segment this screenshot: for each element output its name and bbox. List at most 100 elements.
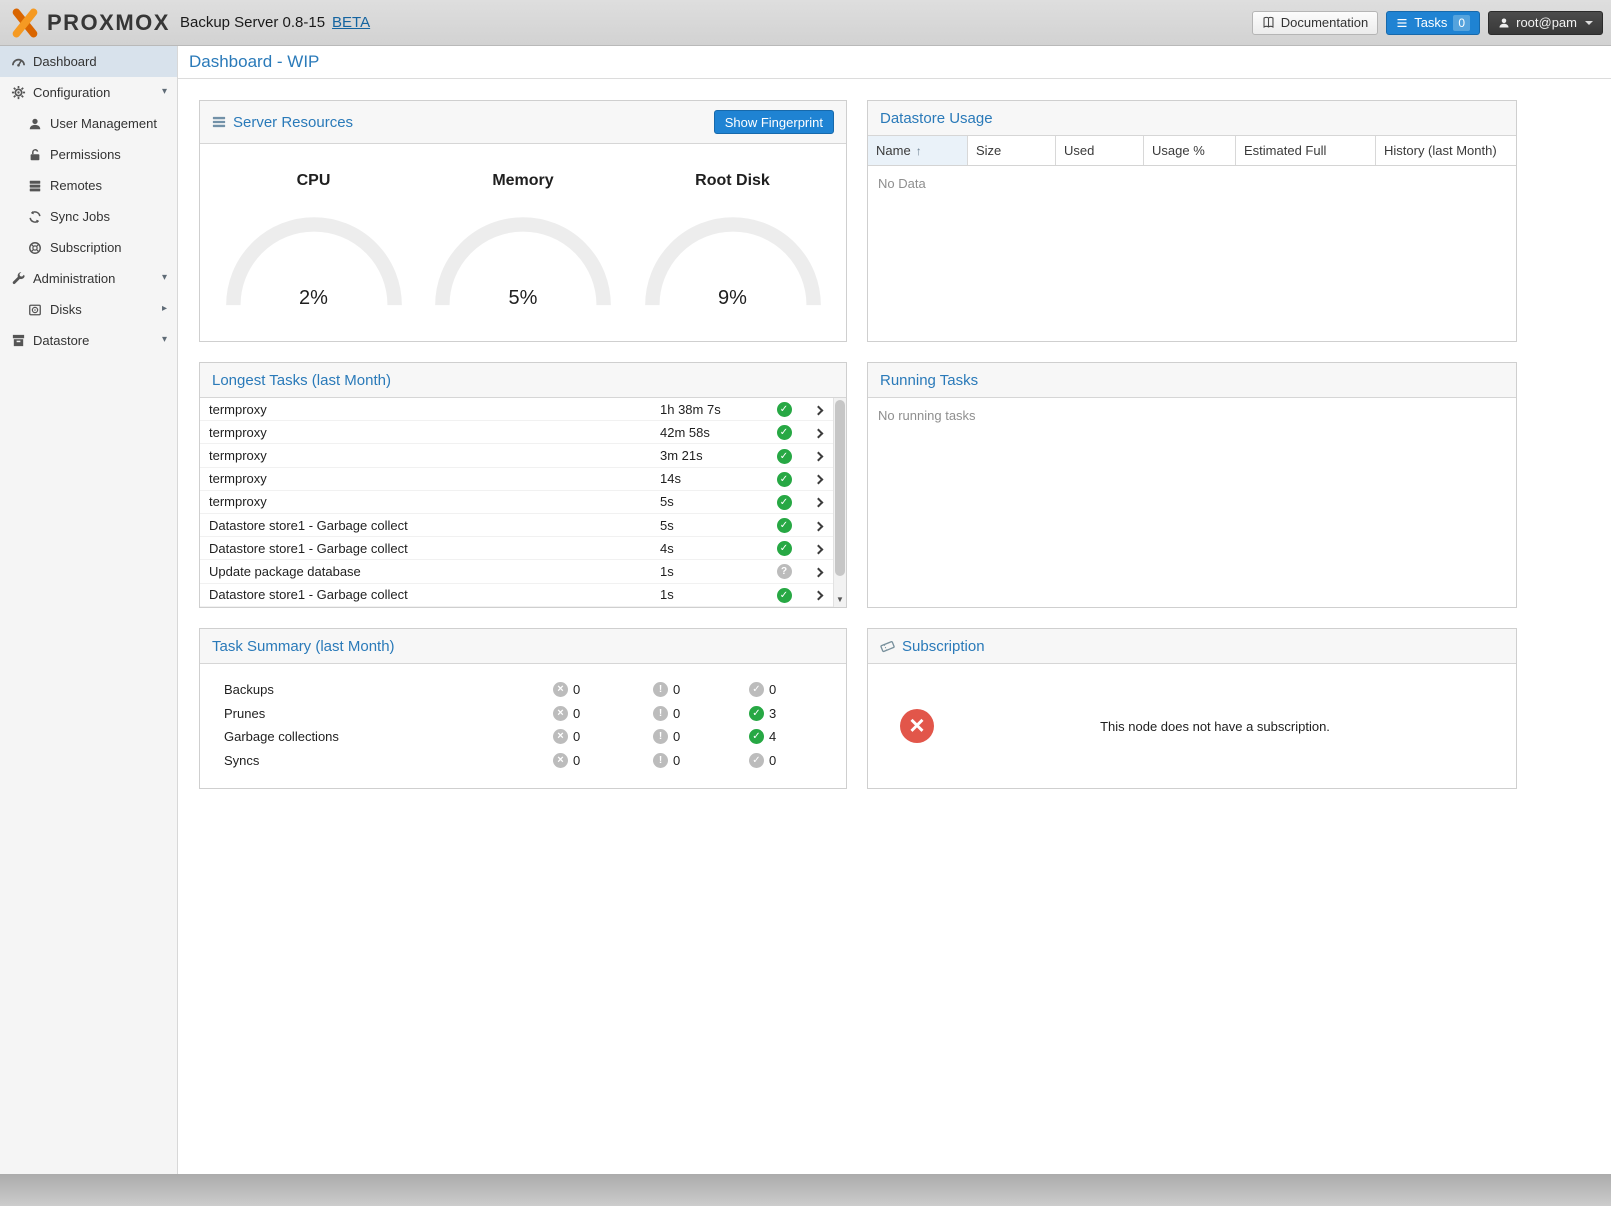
- server-resources-header: Server Resources Show Fingerprint: [200, 101, 846, 144]
- column-header-name[interactable]: Name ↑: [868, 136, 968, 165]
- column-header-history[interactable]: History (last Month): [1376, 136, 1516, 165]
- task-row[interactable]: termproxy 42m 58s: [200, 421, 833, 444]
- task-summary-body: Backups 0 0 0 Prunes 0 0 3 Garbage c: [200, 664, 846, 788]
- column-header-size[interactable]: Size: [968, 136, 1056, 165]
- sidebar-item-disks[interactable]: Disks ▸: [0, 294, 177, 325]
- collapse-arrow-icon[interactable]: ▾: [162, 86, 167, 97]
- user-menu-button[interactable]: root@pam: [1488, 11, 1603, 35]
- warning-count[interactable]: 0: [653, 706, 749, 721]
- collapse-arrow-icon[interactable]: ▾: [162, 334, 167, 345]
- chevron-right-icon[interactable]: [803, 448, 833, 463]
- sidebar-item-administration[interactable]: Administration ▾: [0, 263, 177, 294]
- check-circle-icon: [749, 729, 764, 744]
- sidebar-item-label: Dashboard: [33, 54, 97, 69]
- sidebar-item-label: Administration: [33, 271, 115, 286]
- subscription-panel: Subscription × This node does not have a…: [867, 628, 1517, 789]
- no-running-tasks-text: No running tasks: [878, 408, 976, 423]
- chevron-right-icon[interactable]: [803, 425, 833, 440]
- user-icon: [1498, 17, 1510, 29]
- ticket-icon: [880, 639, 895, 654]
- chevron-right-icon[interactable]: [803, 402, 833, 417]
- show-fingerprint-button[interactable]: Show Fingerprint: [714, 110, 834, 134]
- column-header-usage-pct[interactable]: Usage %: [1144, 136, 1236, 165]
- warning-circle-icon: [653, 682, 668, 697]
- chevron-right-icon[interactable]: [803, 587, 833, 602]
- sidebar-item-datastore[interactable]: Datastore ▾: [0, 325, 177, 356]
- server-resources-panel: Server Resources Show Fingerprint CPU: [199, 100, 847, 342]
- chevron-down-icon: [1585, 21, 1593, 25]
- error-count[interactable]: 0: [553, 706, 653, 721]
- chevron-right-icon[interactable]: [803, 518, 833, 533]
- content-area: Dashboard - WIP Server Resources Show Fi…: [178, 46, 1611, 1174]
- sidebar-item-subscription[interactable]: Subscription: [0, 232, 177, 263]
- chevron-right-icon[interactable]: [803, 494, 833, 509]
- warning-count[interactable]: 0: [653, 682, 749, 697]
- beta-link[interactable]: BETA: [332, 14, 370, 31]
- task-row[interactable]: Update package database 1s: [200, 560, 833, 583]
- ok-count[interactable]: 0: [749, 682, 776, 697]
- sidebar-item-label: Remotes: [50, 178, 102, 193]
- task-status-icon: [777, 518, 792, 533]
- proxmox-x-icon: [10, 8, 40, 38]
- sidebar-item-label: Sync Jobs: [50, 209, 110, 224]
- sidebar-item-label: Subscription: [50, 240, 122, 255]
- app-header: PROXMOX Backup Server 0.8-15 BETA Docume…: [0, 0, 1611, 46]
- column-header-estimated-full[interactable]: Estimated Full: [1236, 136, 1376, 165]
- scrollbar-down-arrow[interactable]: ▼: [834, 593, 846, 606]
- task-status-icon: [777, 425, 792, 440]
- column-header-used[interactable]: Used: [1056, 136, 1144, 165]
- task-row[interactable]: Datastore store1 - Garbage collect 5s: [200, 514, 833, 537]
- task-status-icon: [777, 402, 792, 417]
- ok-count[interactable]: 4: [749, 729, 776, 744]
- scrollbar[interactable]: ▼: [833, 398, 846, 607]
- task-row[interactable]: termproxy 5s: [200, 491, 833, 514]
- task-row[interactable]: termproxy 1h 38m 7s: [200, 398, 833, 421]
- sidebar-item-user-management[interactable]: User Management: [0, 108, 177, 139]
- task-row[interactable]: Datastore store1 - Garbage collect 1s: [200, 584, 833, 607]
- expand-arrow-icon[interactable]: ▸: [162, 303, 167, 314]
- error-count[interactable]: 0: [553, 753, 653, 768]
- book-icon: [1262, 16, 1275, 29]
- sidebar-item-label: Disks: [50, 302, 82, 317]
- task-status-icon: [777, 449, 792, 464]
- sidebar-item-dashboard[interactable]: Dashboard: [0, 46, 177, 77]
- error-count[interactable]: 0: [553, 682, 653, 697]
- task-row[interactable]: Datastore store1 - Garbage collect 4s: [200, 537, 833, 560]
- documentation-button[interactable]: Documentation: [1252, 11, 1378, 35]
- disk-icon: [27, 302, 43, 318]
- running-tasks-panel: Running Tasks No running tasks: [867, 362, 1517, 608]
- warning-count[interactable]: 0: [653, 729, 749, 744]
- no-subscription-icon: ×: [900, 709, 934, 743]
- sidebar-item-sync-jobs[interactable]: Sync Jobs: [0, 201, 177, 232]
- scrollbar-thumb[interactable]: [835, 400, 845, 576]
- gauges-body: CPU 2% Memory: [200, 144, 846, 341]
- summary-row-syncs: Syncs 0 0 0: [224, 749, 846, 773]
- sidebar-item-permissions[interactable]: Permissions: [0, 139, 177, 170]
- logo-wordmark: PROXMOX: [47, 10, 170, 36]
- check-circle-icon: [749, 706, 764, 721]
- chevron-right-icon[interactable]: [803, 471, 833, 486]
- dashboard-icon: [10, 54, 26, 70]
- chevron-right-icon[interactable]: [803, 564, 833, 579]
- task-row[interactable]: termproxy 3m 21s: [200, 444, 833, 467]
- proxmox-logo: PROXMOX: [10, 8, 170, 38]
- warning-count[interactable]: 0: [653, 753, 749, 768]
- ok-count[interactable]: 0: [749, 753, 776, 768]
- task-summary-panel: Task Summary (last Month) Backups 0 0 0 …: [199, 628, 847, 789]
- page-title: Dashboard - WIP: [189, 52, 319, 72]
- memory-gauge-value: 5%: [427, 287, 619, 310]
- main-area: Dashboard Configuration ▾ User Managemen…: [0, 46, 1611, 1174]
- task-row[interactable]: termproxy 14s: [200, 468, 833, 491]
- sidebar-item-configuration[interactable]: Configuration ▾: [0, 77, 177, 108]
- chevron-right-icon[interactable]: [803, 541, 833, 556]
- root-disk-gauge: Root Disk 9%: [637, 172, 829, 341]
- error-count[interactable]: 0: [553, 729, 653, 744]
- task-status-icon: [777, 588, 792, 603]
- root-disk-gauge-value: 9%: [637, 287, 829, 310]
- ok-count[interactable]: 3: [749, 706, 776, 721]
- summary-row-garbage-collections: Garbage collections 0 0 4: [224, 725, 846, 749]
- server-stack-icon: [27, 178, 43, 194]
- tasks-button[interactable]: Tasks 0: [1386, 11, 1480, 35]
- sidebar-item-remotes[interactable]: Remotes: [0, 170, 177, 201]
- collapse-arrow-icon[interactable]: ▾: [162, 272, 167, 283]
